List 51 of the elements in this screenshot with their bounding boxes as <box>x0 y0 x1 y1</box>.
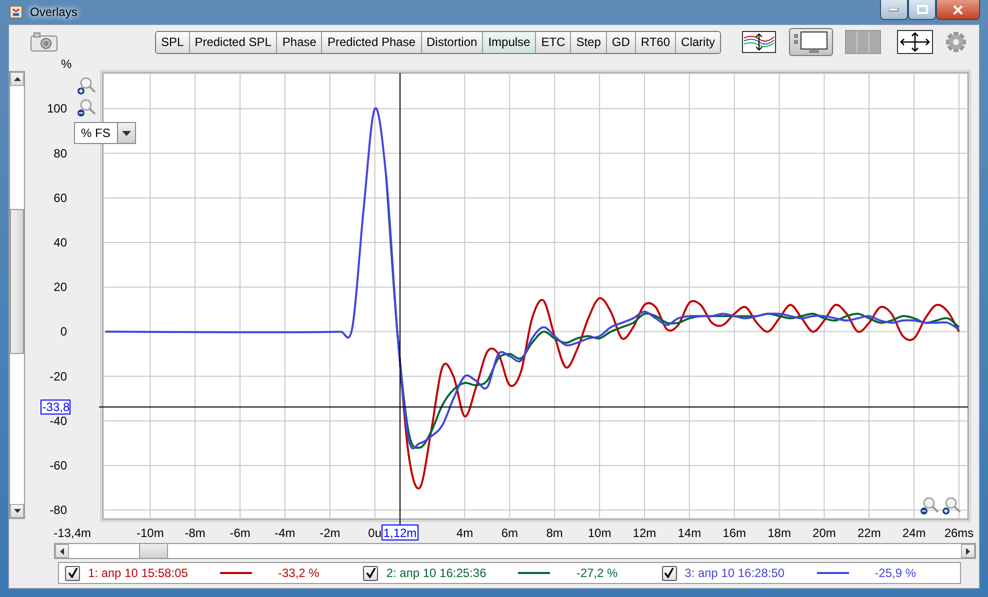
y-tick-label: 40 <box>54 235 67 250</box>
x-tick-label: 12m <box>632 526 656 540</box>
trace-label: 3: апр 10 16:28:50 <box>684 566 786 580</box>
x-tick-label: -4m <box>274 526 296 540</box>
y-tick-label: 80 <box>54 146 67 160</box>
graph-tab[interactable]: Phase <box>277 32 322 52</box>
x-tick-label: 6m <box>501 526 518 540</box>
trace-value: -25,9 % <box>874 566 918 580</box>
trace-label: 1: апр 10 15:58:05 <box>88 566 189 580</box>
graph-tab[interactable]: RT60 <box>636 32 676 52</box>
graph-tab[interactable]: Distortion <box>422 32 484 52</box>
y-tick-label: 0 <box>60 324 67 339</box>
x-tick-label: 10m <box>588 526 612 540</box>
x-tick-label: 18m <box>768 526 791 540</box>
trace-value: -33,2 % <box>278 566 320 580</box>
trace-value: -27,2 % <box>576 566 619 580</box>
window-title: Overlays <box>30 5 78 19</box>
x-tick-label: 8m <box>546 526 563 540</box>
x-tick-label: -8m <box>184 526 206 540</box>
graph-tab[interactable]: ETC <box>536 32 572 52</box>
x-tick-label: 4m <box>456 526 474 540</box>
scale-dropdown[interactable]: % FS <box>74 122 136 144</box>
y-tick-label: 20 <box>54 280 67 294</box>
y-axis-unit: % <box>61 59 72 71</box>
x-tick-label: 16m <box>722 526 746 540</box>
graph-tab[interactable]: Predicted SPL <box>190 32 278 52</box>
y-cursor-readout: -33,8 <box>40 400 70 415</box>
x-tick-label: -2m <box>320 526 340 540</box>
x-tick-label: 24m <box>902 526 926 540</box>
graph-tab[interactable]: Impulse <box>483 32 536 52</box>
x-tick-label: 0u <box>368 526 382 540</box>
x-tick-label: 14m <box>678 526 702 540</box>
y-tick-label: 60 <box>54 190 67 205</box>
graph-tab[interactable]: Predicted Phase <box>322 32 422 52</box>
x-tick-label: 26ms <box>944 526 974 540</box>
x-tick-label: 20m <box>812 526 836 540</box>
y-tick-label: -40 <box>50 414 67 428</box>
x-tick-label: -6m <box>230 526 250 540</box>
graph-tab[interactable]: SPL <box>156 32 190 52</box>
x-cursor-readout: 1,12m <box>382 524 419 540</box>
x-axis-start-label: -13,4m <box>54 526 91 540</box>
x-tick-label: 22m <box>857 526 881 540</box>
x-tick-label: -10m <box>136 526 164 540</box>
trace-label: 2: апр 10 16:25:36 <box>386 566 488 580</box>
graph-tab[interactable]: GD <box>606 32 636 52</box>
y-tick-label: -60 <box>50 458 67 472</box>
graph-tab[interactable]: Clarity <box>676 32 720 52</box>
y-tick-label: 100 <box>46 102 67 116</box>
y-tick-label: -80 <box>50 503 67 518</box>
graph-tab[interactable]: Step <box>571 32 607 52</box>
y-tick-label: -20 <box>50 369 67 384</box>
